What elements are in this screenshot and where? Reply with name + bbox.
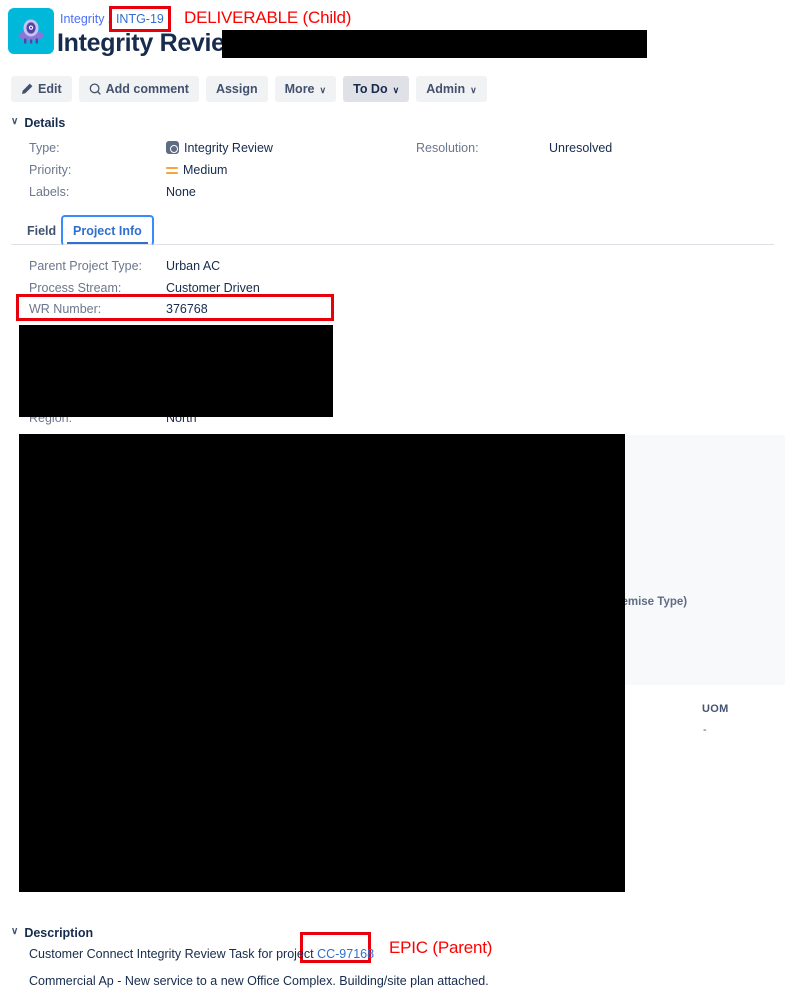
chevron-down-icon: ∨	[11, 116, 19, 127]
more-button-label: More	[284, 82, 315, 96]
add-comment-button-label: Add comment	[105, 82, 189, 96]
description-line-1-text: Customer Connect Integrity Review Task f…	[29, 947, 318, 961]
uom-value: -	[703, 724, 707, 736]
epic-parent-link[interactable]: CC-97168	[317, 947, 374, 961]
priority-field-label: Priority:	[29, 163, 72, 177]
comment-icon	[89, 83, 101, 95]
labels-field-label: Labels:	[29, 185, 70, 199]
description-line-1: Customer Connect Integrity Review Task f…	[29, 946, 374, 963]
admin-dropdown-label: Admin	[426, 82, 466, 96]
labels-field-value: None	[166, 185, 196, 199]
chevron-down-icon: ∨	[11, 926, 19, 937]
uom-column-header: UOM	[702, 703, 729, 715]
type-field-value: Integrity Review	[166, 141, 273, 156]
issue-header: Integrity / INTG-19 DELIVERABLE (Child) …	[0, 0, 785, 70]
edit-button[interactable]: Edit	[11, 76, 72, 102]
resolution-field-value: Unresolved	[549, 141, 613, 155]
priority-medium-icon	[166, 164, 178, 176]
priority-field-value: Medium	[166, 163, 227, 178]
issue-action-toolbar: Edit Add comment Assign More ∨ To Do ∨ A…	[11, 76, 487, 102]
project-info-tabstrip: Field Project Info	[11, 215, 774, 246]
type-field-label: Type:	[29, 141, 60, 155]
process-stream-value: Customer Driven	[166, 281, 260, 295]
redacted-content-block	[19, 434, 625, 892]
breadcrumb-issue-key-wrapper: INTG-19	[108, 6, 171, 32]
description-line-2: Commercial Ap - New service to a new Off…	[29, 974, 489, 988]
type-field-value-text: Integrity Review	[184, 141, 273, 155]
breadcrumb: Integrity / INTG-19	[60, 6, 171, 32]
add-comment-button[interactable]: Add comment	[78, 76, 199, 102]
status-dropdown-button[interactable]: To Do ∨	[343, 76, 410, 102]
wr-number-label: WR Number:	[29, 302, 102, 316]
breadcrumb-project-link[interactable]: Integrity	[60, 12, 104, 26]
side-info-panel	[624, 435, 785, 685]
chevron-down-icon: ∨	[470, 84, 477, 95]
breadcrumb-issue-key-link[interactable]: INTG-19	[116, 12, 164, 26]
edit-button-label: Edit	[38, 82, 62, 96]
redacted-title-bar	[222, 30, 647, 58]
premise-type-label: remise Type)	[617, 596, 688, 608]
tab-field[interactable]: Field	[17, 216, 66, 245]
status-dropdown-label: To Do	[353, 82, 388, 96]
annotation-label-epic: EPIC (Parent)	[389, 938, 493, 957]
pencil-icon	[21, 83, 33, 95]
details-section-header[interactable]: ∨ Details	[11, 116, 65, 130]
annotation-label-deliverable: DELIVERABLE (Child)	[184, 8, 352, 27]
resolution-field-label: Resolution:	[416, 141, 479, 155]
assign-button-label: Assign	[215, 82, 258, 96]
breadcrumb-separator: /	[108, 12, 112, 26]
description-section-title: Description	[24, 926, 94, 940]
issue-type-icon	[166, 141, 179, 154]
parent-project-type-label: Parent Project Type:	[29, 259, 143, 273]
parent-project-type-value: Urban AC	[166, 259, 221, 273]
tab-project-info[interactable]: Project Info	[61, 215, 154, 246]
process-stream-label: Process Stream:	[29, 281, 122, 295]
description-section-header[interactable]: ∨ Description	[11, 926, 93, 940]
priority-field-value-text: Medium	[183, 163, 228, 177]
assign-button[interactable]: Assign	[205, 76, 268, 102]
redacted-fields-block	[19, 325, 333, 417]
details-section-title: Details	[24, 116, 66, 130]
chevron-down-icon: ∨	[319, 84, 327, 95]
chevron-down-icon: ∨	[392, 84, 400, 95]
wr-number-value: 376768	[166, 302, 208, 316]
app-logo-icon	[8, 8, 54, 54]
more-button[interactable]: More ∨	[274, 76, 337, 102]
admin-dropdown-button[interactable]: Admin ∨	[416, 76, 487, 102]
